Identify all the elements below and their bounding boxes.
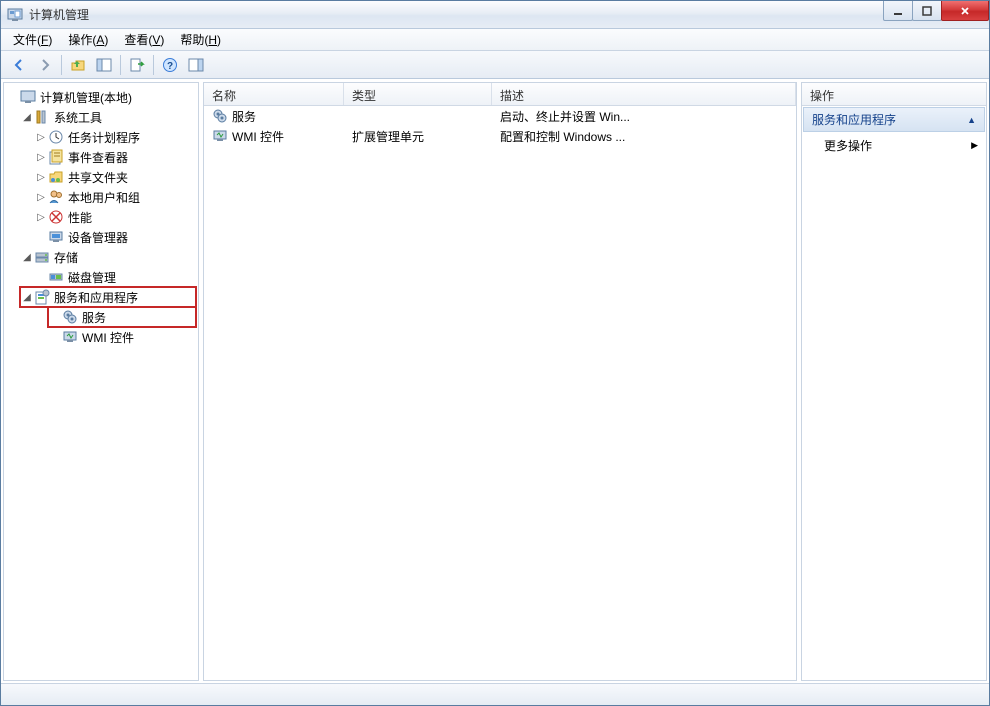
services-apps-icon: [34, 289, 50, 305]
tree-label: 设备管理器: [68, 229, 128, 246]
maximize-button[interactable]: [912, 1, 942, 21]
status-bar: [1, 683, 989, 705]
menu-help[interactable]: 帮助(H): [172, 29, 229, 50]
tree-label: 事件查看器: [68, 149, 128, 166]
submenu-arrow-icon: ▶: [971, 140, 978, 151]
close-button[interactable]: [941, 1, 989, 21]
list-pane: 名称 类型 描述 服务 启动、终止并设置 Win... WMI 控件 扩展管理单…: [203, 82, 797, 681]
column-desc[interactable]: 描述: [492, 83, 796, 105]
tree-label: 系统工具: [54, 109, 102, 126]
toolbar-separator: [120, 55, 121, 75]
tree-label: 性能: [68, 209, 92, 226]
services-icon: [212, 108, 228, 124]
cell-name: 服务: [232, 108, 256, 125]
tree-pane: 计算机管理(本地) ◢ 系统工具 ▷ 任务计划程序: [3, 82, 199, 681]
back-button[interactable]: [7, 54, 31, 76]
nav-tree: 计算机管理(本地) ◢ 系统工具 ▷ 任务计划程序: [6, 87, 196, 347]
tree-label: 共享文件夹: [68, 169, 128, 186]
wmi-control-icon: [62, 329, 78, 345]
event-viewer-icon: [48, 149, 64, 165]
list-row[interactable]: WMI 控件 扩展管理单元 配置和控制 Windows ...: [204, 126, 796, 146]
app-window: 计算机管理 文件(F) 操作(A) 查看(V) 帮助(H) ?: [0, 0, 990, 706]
shared-folders-icon: [48, 169, 64, 185]
tree-label: 服务和应用程序: [54, 289, 138, 306]
column-name[interactable]: 名称: [204, 83, 344, 105]
wmi-control-icon: [212, 128, 228, 144]
local-users-icon: [48, 189, 64, 205]
actions-pane: 操作 服务和应用程序 ▲ 更多操作 ▶: [801, 82, 987, 681]
expand-icon[interactable]: ▷: [34, 132, 48, 143]
window-buttons: [884, 1, 989, 21]
tree-task-scheduler[interactable]: ▷ 任务计划程序: [34, 127, 196, 147]
app-icon: [7, 7, 23, 23]
show-hide-tree-button[interactable]: [92, 54, 116, 76]
svg-text:?: ?: [167, 61, 173, 72]
tree-label: 存储: [54, 249, 78, 266]
tree-storage[interactable]: ◢ 存储: [20, 247, 196, 267]
tree-label: 服务: [82, 309, 106, 326]
system-tools-icon: [34, 109, 50, 125]
collapse-icon[interactable]: ◢: [20, 292, 34, 303]
actions-header: 操作: [802, 83, 986, 106]
action-group-label: 服务和应用程序: [812, 111, 896, 128]
services-icon: [62, 309, 78, 325]
tree-root[interactable]: 计算机管理(本地): [6, 87, 196, 107]
tree-device-manager[interactable]: 设备管理器: [34, 227, 196, 247]
tree-services-apps[interactable]: ◢ 服务和应用程序: [20, 287, 196, 307]
toolbar-separator: [153, 55, 154, 75]
expand-icon[interactable]: ▷: [34, 152, 48, 163]
expand-icon[interactable]: ▷: [34, 212, 48, 223]
menu-file[interactable]: 文件(F): [5, 29, 60, 50]
tree-performance[interactable]: ▷ 性能: [34, 207, 196, 227]
title-bar: 计算机管理: [1, 1, 989, 29]
cell-desc: 配置和控制 Windows ...: [492, 128, 796, 145]
list-header: 名称 类型 描述: [204, 83, 796, 106]
list-body: 服务 启动、终止并设置 Win... WMI 控件 扩展管理单元 配置和控制 W…: [204, 106, 796, 680]
tree-event-viewer[interactable]: ▷ 事件查看器: [34, 147, 196, 167]
performance-icon: [48, 209, 64, 225]
column-type[interactable]: 类型: [344, 83, 492, 105]
tree-label: WMI 控件: [82, 329, 134, 346]
tree-label: 磁盘管理: [68, 269, 116, 286]
expand-icon[interactable]: ▷: [34, 172, 48, 183]
collapse-icon[interactable]: ◢: [20, 112, 34, 123]
tree-wmi-control[interactable]: WMI 控件: [48, 327, 196, 347]
device-manager-icon: [48, 229, 64, 245]
cell-type: 扩展管理单元: [344, 128, 492, 145]
tree-label: 本地用户和组: [68, 189, 140, 206]
action-group-title[interactable]: 服务和应用程序 ▲: [803, 107, 985, 132]
collapse-icon[interactable]: ◢: [20, 252, 34, 263]
tree-label: 任务计划程序: [68, 129, 140, 146]
list-row[interactable]: 服务 启动、终止并设置 Win...: [204, 106, 796, 126]
window-title: 计算机管理: [29, 6, 884, 23]
tree-disk-management[interactable]: 磁盘管理: [34, 267, 196, 287]
computer-management-icon: [20, 89, 36, 105]
toolbar: ?: [1, 51, 989, 79]
task-scheduler-icon: [48, 129, 64, 145]
action-label: 更多操作: [824, 137, 872, 154]
tree-services[interactable]: 服务: [48, 307, 196, 327]
menu-view[interactable]: 查看(V): [116, 29, 172, 50]
tree-local-users[interactable]: ▷ 本地用户和组: [34, 187, 196, 207]
toolbar-separator: [61, 55, 62, 75]
expand-icon[interactable]: ▷: [34, 192, 48, 203]
disk-management-icon: [48, 269, 64, 285]
collapse-arrow-icon: ▲: [967, 115, 976, 125]
up-button[interactable]: [66, 54, 90, 76]
cell-desc: 启动、终止并设置 Win...: [492, 108, 796, 125]
help-button[interactable]: ?: [158, 54, 182, 76]
tree-shared-folders[interactable]: ▷ 共享文件夹: [34, 167, 196, 187]
tree-system-tools[interactable]: ◢ 系统工具: [20, 107, 196, 127]
minimize-button[interactable]: [883, 1, 913, 21]
cell-name: WMI 控件: [232, 128, 284, 145]
export-button[interactable]: [125, 54, 149, 76]
action-more[interactable]: 更多操作 ▶: [802, 133, 986, 158]
tree-label: 计算机管理(本地): [40, 89, 132, 106]
forward-button[interactable]: [33, 54, 57, 76]
menu-action[interactable]: 操作(A): [60, 29, 116, 50]
menu-bar: 文件(F) 操作(A) 查看(V) 帮助(H): [1, 29, 989, 51]
show-hide-action-pane-button[interactable]: [184, 54, 208, 76]
storage-icon: [34, 249, 50, 265]
content-area: 计算机管理(本地) ◢ 系统工具 ▷ 任务计划程序: [1, 79, 989, 683]
